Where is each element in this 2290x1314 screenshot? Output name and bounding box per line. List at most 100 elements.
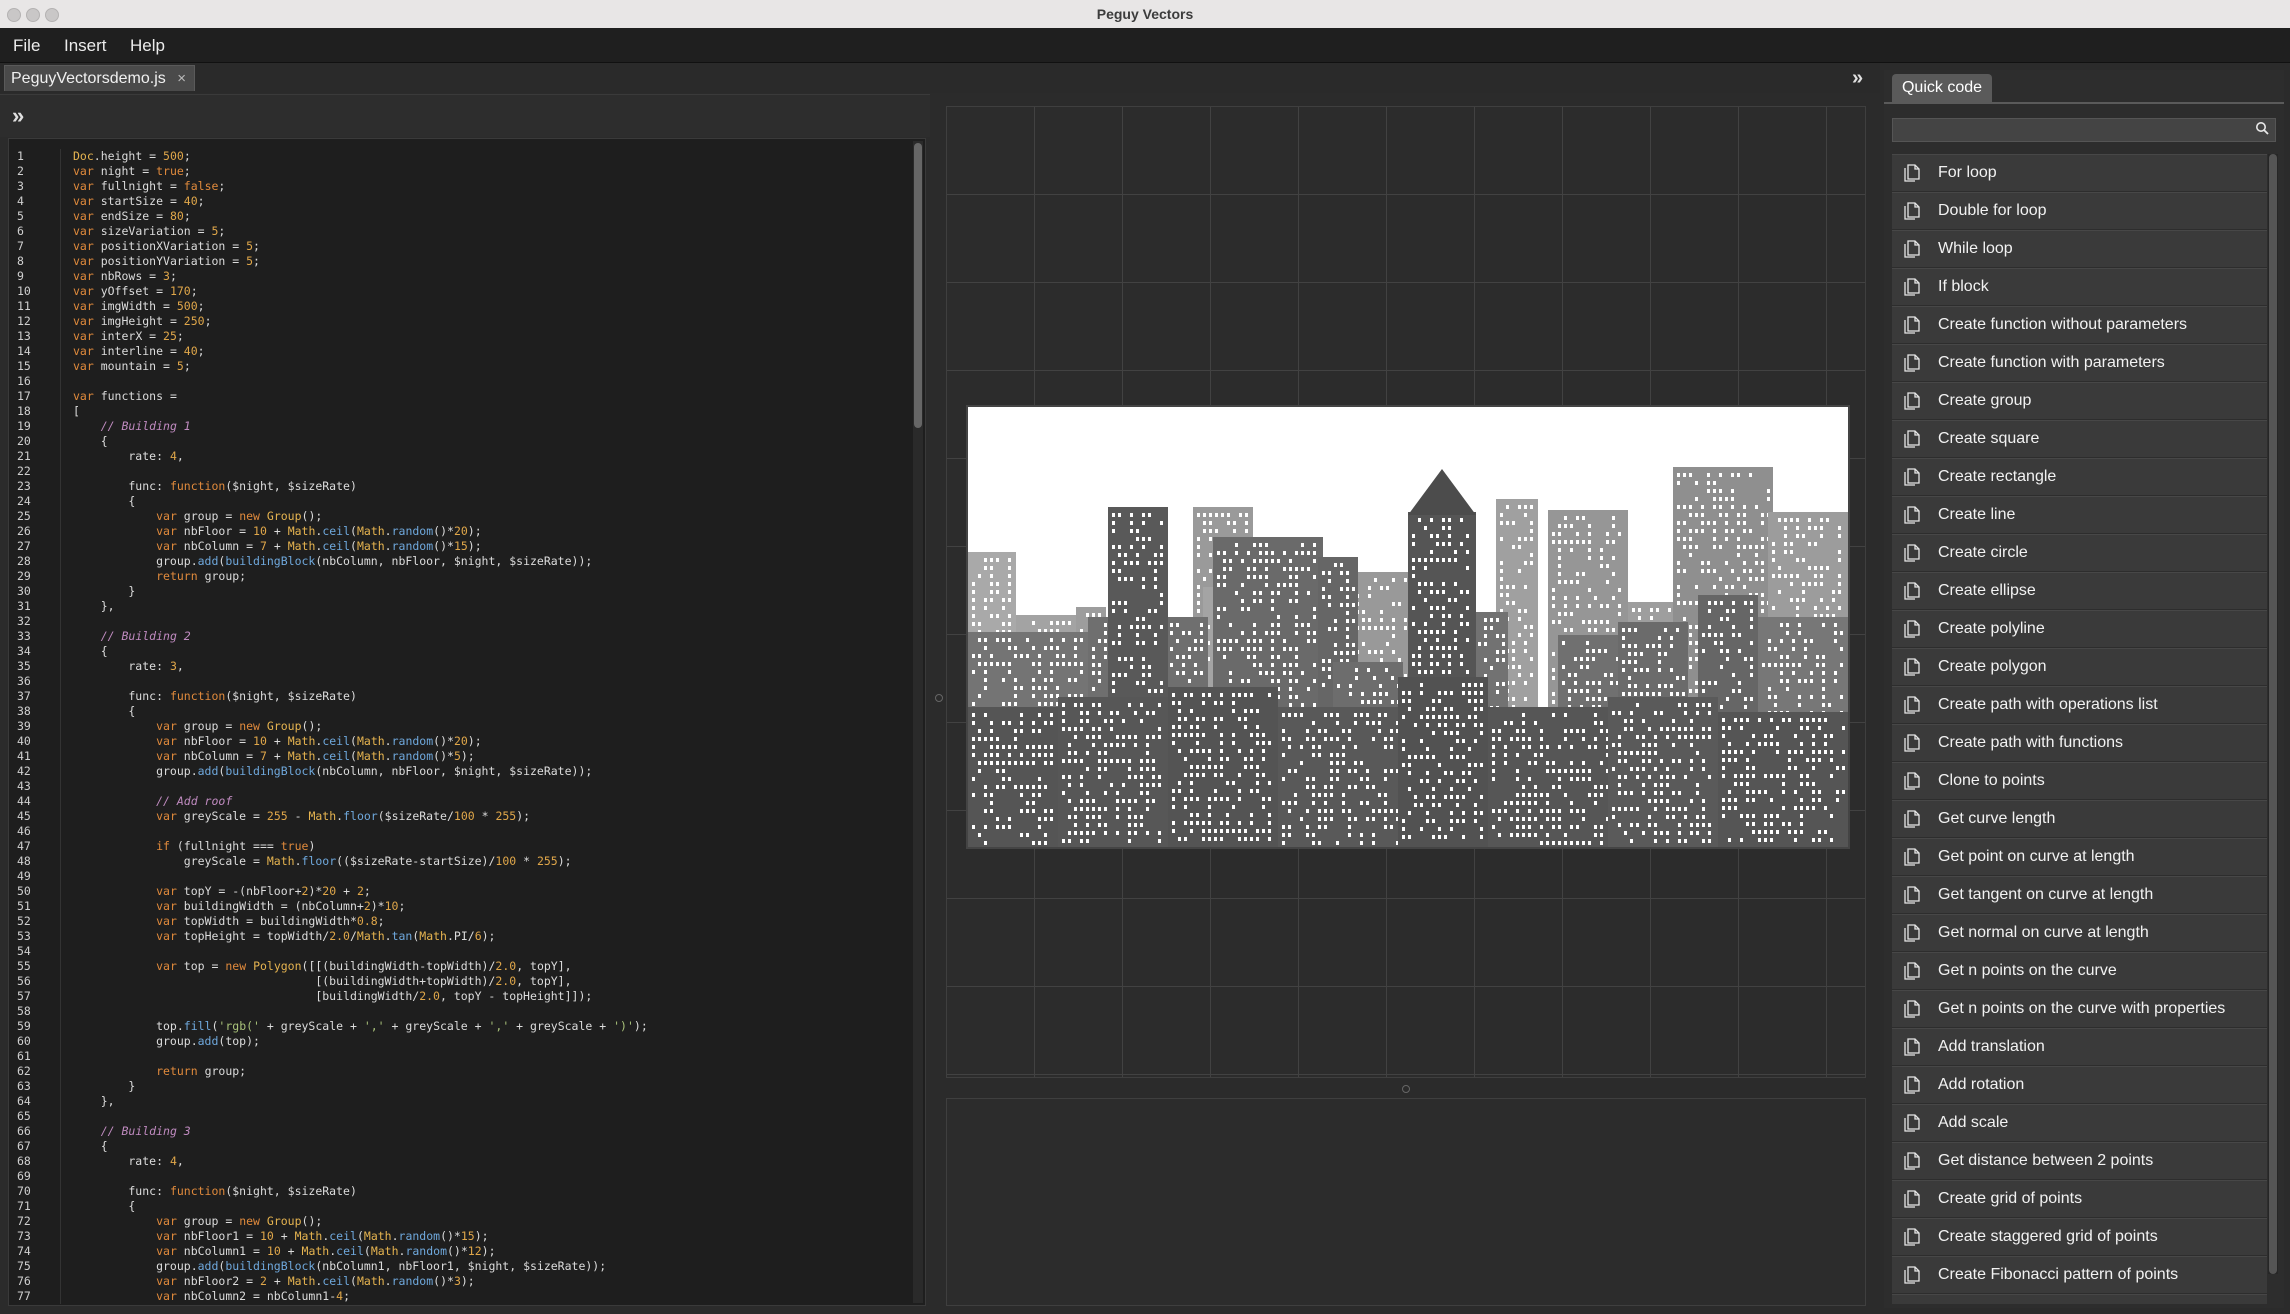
code-line: { <box>73 704 136 718</box>
code-line: } <box>73 1079 136 1093</box>
quick-code-item[interactable]: Clone to points <box>1892 762 2267 799</box>
quick-code-item[interactable]: Add rotation <box>1892 1066 2267 1103</box>
code-line: var nbFloor = 10 + Math.ceil(Math.random… <box>156 734 482 748</box>
collapse-right-panel-icon[interactable]: » <box>1852 67 1863 89</box>
code-line: var fullnight = false; <box>73 179 226 193</box>
quick-code-item[interactable]: If block <box>1892 268 2267 305</box>
menu-help[interactable]: Help <box>130 36 165 56</box>
copy-document-icon <box>1904 430 1920 448</box>
quick-code-item[interactable]: Get point on curve at length <box>1892 838 2267 875</box>
quick-code-item[interactable]: Double for loop <box>1892 192 2267 229</box>
line-number: 44 <box>17 794 31 808</box>
quick-code-item-label: Get point on curve at length <box>1938 848 2135 865</box>
line-number: 69 <box>17 1169 31 1183</box>
quick-code-item[interactable]: While loop <box>1892 230 2267 267</box>
code-line: }, <box>73 599 115 613</box>
quick-code-item[interactable]: Create group <box>1892 382 2267 419</box>
line-number: 77 <box>17 1289 31 1303</box>
code-line: { <box>73 1199 136 1213</box>
code-editor[interactable]: 1 2 3 4 5 6 7 8 9 10 11 12 13 14 15 16 17 18 19 20 21 22 23 24 2… <box>8 138 926 1306</box>
close-tab-icon[interactable]: × <box>177 66 186 92</box>
quick-code-search-input[interactable] <box>1892 118 2276 142</box>
line-number: 5 <box>17 209 24 223</box>
copy-document-icon <box>1904 506 1920 524</box>
quick-code-item[interactable]: Create line <box>1892 496 2267 533</box>
quick-code-item[interactable]: Create circle <box>1892 534 2267 571</box>
quick-code-item[interactable]: Create polyline <box>1892 610 2267 647</box>
line-number: 9 <box>17 269 24 283</box>
quick-code-item[interactable]: Create function with parameters <box>1892 344 2267 381</box>
quick-code-item[interactable]: Create path with operations list <box>1892 686 2267 723</box>
quick-code-item[interactable]: Create grid of points <box>1892 1180 2267 1217</box>
quick-code-item[interactable]: Create square <box>1892 420 2267 457</box>
code-line: func: function($night, $sizeRate) <box>73 1184 357 1198</box>
quick-code-item[interactable]: Create path with functions <box>1892 724 2267 761</box>
line-number: 51 <box>17 899 31 913</box>
menu-bar: File Insert Help <box>0 28 2290 63</box>
document-tab[interactable]: PeguyVectorsdemo.js × <box>4 65 195 91</box>
quick-code-item[interactable]: Create Fibonacci pattern of points <box>1892 1256 2267 1293</box>
quick-code-item[interactable]: Get curve length <box>1892 800 2267 837</box>
line-number: 29 <box>17 569 31 583</box>
code-line: var top = new Polygon([[(buildingWidth-t… <box>156 959 572 973</box>
splitter-handle-icon[interactable] <box>1402 1085 1410 1093</box>
copy-document-icon <box>1904 1076 1920 1094</box>
quick-code-item[interactable]: Create staggered grid of points <box>1892 1218 2267 1255</box>
code-line: var endSize = 80; <box>73 209 191 223</box>
line-number: 49 <box>17 869 31 883</box>
quick-code-item[interactable]: For loop <box>1892 154 2267 191</box>
code-line: // Building 2 <box>100 629 191 643</box>
quick-code-item[interactable]: Get n points on the curve <box>1892 952 2267 989</box>
quick-code-item[interactable]: Create function without parameters <box>1892 306 2267 343</box>
tab-quick-code[interactable]: Quick code <box>1892 74 1992 102</box>
line-number: 20 <box>17 434 31 448</box>
quick-code-scrollbar[interactable] <box>2268 154 2278 1274</box>
vertical-splitter[interactable] <box>930 94 946 1308</box>
code-line: var nbColumn = 7 + Math.ceil(Math.random… <box>156 749 475 763</box>
code-line: { <box>73 644 108 658</box>
code-line: // Building 3 <box>100 1124 191 1138</box>
code-line: var startSize = 40; <box>73 194 205 208</box>
code-line: var greyScale = 255 - Math.floor($sizeRa… <box>156 809 531 823</box>
quick-code-item[interactable]: Add translation <box>1892 1028 2267 1065</box>
quick-code-item[interactable]: Add scale <box>1892 1104 2267 1141</box>
line-number: 60 <box>17 1034 31 1048</box>
drawing-canvas[interactable] <box>946 106 1866 1078</box>
quick-code-item[interactable]: Get distance between 2 points <box>1892 1142 2267 1179</box>
copy-document-icon <box>1904 1152 1920 1170</box>
quick-code-item[interactable]: Create rectangle <box>1892 458 2267 495</box>
editor-scrollbar-thumb[interactable] <box>914 143 922 428</box>
menu-file[interactable]: File <box>13 36 40 56</box>
quick-code-item[interactable]: Cut array of points <box>1892 1294 2267 1304</box>
quick-code-scrollbar-thumb[interactable] <box>2269 154 2277 1274</box>
line-number: 6 <box>17 224 24 238</box>
code-text[interactable]: Doc.height = 500; var night = true; var fu… <box>60 149 905 1304</box>
quick-code-item[interactable]: Get normal on curve at length <box>1892 914 2267 951</box>
copy-document-icon <box>1904 658 1920 676</box>
copy-document-icon <box>1904 772 1920 790</box>
quick-code-item[interactable]: Create polygon <box>1892 648 2267 685</box>
search-icon[interactable] <box>2255 121 2269 135</box>
quick-code-item-label: Get normal on curve at length <box>1938 924 2149 941</box>
line-number: 53 <box>17 929 31 943</box>
line-number: 7 <box>17 239 24 253</box>
quick-code-item[interactable]: Get n points on the curve with propertie… <box>1892 990 2267 1027</box>
editor-scrollbar[interactable] <box>913 141 923 1303</box>
line-number: 45 <box>17 809 31 823</box>
horizontal-splitter[interactable] <box>946 1080 1866 1098</box>
quick-code-item[interactable]: Create ellipse <box>1892 572 2267 609</box>
line-number: 23 <box>17 479 31 493</box>
code-line: { <box>73 1139 108 1153</box>
expand-editor-icon[interactable]: » <box>12 105 24 127</box>
line-number: 26 <box>17 524 31 538</box>
code-line: var positionYVariation = 5; <box>73 254 260 268</box>
line-number: 4 <box>17 194 24 208</box>
code-line: greyScale = Math.floor(($sizeRate-startS… <box>73 854 572 868</box>
splitter-handle-icon[interactable] <box>935 694 943 702</box>
quick-code-item-label: Get distance between 2 points <box>1938 1152 2154 1169</box>
line-number: 73 <box>17 1229 31 1243</box>
quick-code-item[interactable]: Get tangent on curve at length <box>1892 876 2267 913</box>
menu-insert[interactable]: Insert <box>64 36 107 56</box>
